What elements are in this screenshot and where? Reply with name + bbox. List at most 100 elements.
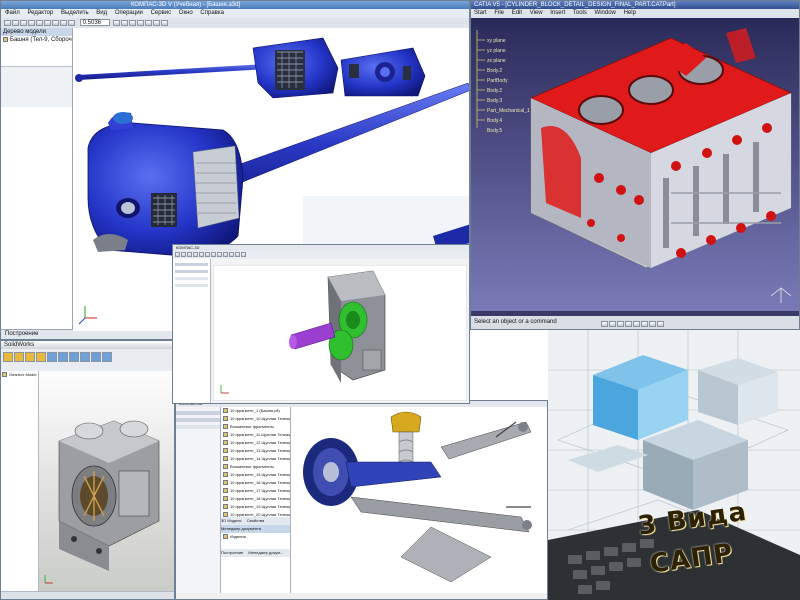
susp-tree-item[interactable]: 10 фрагмент_19 Щуплая Тележка xyxy=(221,503,290,511)
susp-tree-item[interactable]: 10 фрагмент_15 Щуплая Тележка xyxy=(221,471,290,479)
sw-tree-item[interactable]: Gearbox Model xyxy=(1,371,38,379)
kompas-menu-select[interactable]: Выделить xyxy=(61,10,89,16)
zoom-out-icon[interactable] xyxy=(121,20,129,26)
tab-doc-manager[interactable]: Менеджер докум... xyxy=(248,550,283,555)
susp-lower-item[interactable]: Изделия xyxy=(221,533,290,541)
catia-tree-item[interactable]: Body.5 xyxy=(487,128,502,134)
paste-icon[interactable] xyxy=(52,20,59,26)
kompas-menu-ops[interactable]: Операции xyxy=(115,10,143,16)
open-icon[interactable] xyxy=(12,20,19,26)
catia-tree-item[interactable]: Body.4 xyxy=(487,118,502,124)
print-icon[interactable] xyxy=(28,20,35,26)
susp-tree-item[interactable]: 10 фрагмент_13 Щуплая Тележка xyxy=(221,447,290,455)
catia-tree-item[interactable]: zx plane xyxy=(487,58,506,64)
susp-tree-item[interactable]: 10 фрагмент_12 Щуплая Тележка xyxy=(221,439,290,447)
catia-tool-icon-6[interactable] xyxy=(641,320,648,327)
tab-3d-model[interactable]: 3D Модель xyxy=(221,518,242,523)
catia-tool-icon-3[interactable] xyxy=(617,320,624,327)
catia-tool-icon-2[interactable] xyxy=(609,320,616,327)
catia-tree-item[interactable]: yz plane xyxy=(487,48,506,54)
small-tool-icon-2[interactable] xyxy=(181,252,186,257)
wireframe-icon[interactable] xyxy=(153,20,161,26)
susp-tree-item[interactable]: 10 фрагмент_18 Щуплая Тележка xyxy=(221,495,290,503)
redo-icon[interactable] xyxy=(68,20,75,26)
gear-viewport[interactable] xyxy=(213,265,467,401)
susp-tree-item[interactable]: 10 фрагмент_14 Щуплая Тележка xyxy=(221,455,290,463)
sw-fillet-icon[interactable] xyxy=(58,352,68,362)
small-tool-icon-9[interactable] xyxy=(223,252,228,257)
catia-tree-item[interactable]: xy plane xyxy=(487,38,506,44)
cut-icon[interactable] xyxy=(36,20,43,26)
tree-node-icon xyxy=(223,472,228,478)
small-tool-icon-7[interactable] xyxy=(211,252,216,257)
kompas-menu-window[interactable]: Окно xyxy=(179,10,193,16)
kompas-menu-edit[interactable]: Редактор xyxy=(27,10,53,16)
catia-menu-insert[interactable]: Insert xyxy=(550,10,565,16)
new-icon[interactable] xyxy=(4,20,11,26)
gearbox-viewport[interactable] xyxy=(39,371,175,593)
sw-shell-icon[interactable] xyxy=(102,352,112,362)
catia-menu-start[interactable]: Start xyxy=(474,10,487,16)
small-tool-icon-8[interactable] xyxy=(217,252,222,257)
small-tool-icon-6[interactable] xyxy=(205,252,210,257)
kompas-menu-help[interactable]: Справка xyxy=(200,10,224,16)
suspension-viewport[interactable] xyxy=(291,407,548,593)
kompas-menubar: Файл Редактор Выделить Вид Операции Серв… xyxy=(1,9,469,18)
sw-mirror-icon[interactable] xyxy=(91,352,101,362)
small-tool-icon-10[interactable] xyxy=(229,252,234,257)
kompas-menu-service[interactable]: Сервис xyxy=(151,10,172,16)
shaded-icon[interactable] xyxy=(145,20,153,26)
sw-cut-icon[interactable] xyxy=(47,352,57,362)
sw-pattern-icon[interactable] xyxy=(80,352,90,362)
catia-menu-edit[interactable]: Edit xyxy=(512,10,522,16)
zoom-field[interactable]: 0.5036 xyxy=(79,19,110,26)
sw-chamfer-icon[interactable] xyxy=(69,352,79,362)
susp-tree-item[interactable]: 10 фрагмент_1 (Башня.pfl) xyxy=(221,407,290,415)
sw-sweep-icon[interactable] xyxy=(25,352,35,362)
small-tool-icon-1[interactable] xyxy=(175,252,180,257)
catia-title: CATIA V5 - [CYLINDER_BLOCK_DETAIL_DESIGN… xyxy=(474,2,676,8)
catia-tool-icon-1[interactable] xyxy=(601,320,608,327)
small-tool-icon-4[interactable] xyxy=(193,252,198,257)
pan-icon[interactable] xyxy=(129,20,137,26)
copy-icon[interactable] xyxy=(44,20,51,26)
tab-properties[interactable]: Свойства xyxy=(247,518,265,523)
zoom-in-icon[interactable] xyxy=(113,20,121,26)
susp-tree-item[interactable]: 10 фрагмент_10 Щуплая Тележка xyxy=(221,415,290,423)
kompas-tree-item[interactable]: Башня (Тел-9, Сборочн.) xyxy=(1,36,72,44)
kompas-menu-file[interactable]: Файл xyxy=(5,10,20,16)
kompas-menu-view[interactable]: Вид xyxy=(96,10,107,16)
catia-menu-help[interactable]: Help xyxy=(624,10,636,16)
catia-menu-view[interactable]: View xyxy=(530,10,543,16)
catia-tool-icon-7[interactable] xyxy=(649,320,656,327)
sw-extrude-icon[interactable] xyxy=(3,352,13,362)
small-tool-icon-3[interactable] xyxy=(187,252,192,257)
susp-tree-item[interactable]: Вложенные фрагменты xyxy=(221,463,290,471)
catia-menu-window[interactable]: Window xyxy=(595,10,616,16)
engine-block-viewport[interactable]: xy plane yz plane zx plane Body.2 PartBody Bo… xyxy=(471,18,800,311)
small-tool-icon-5[interactable] xyxy=(199,252,204,257)
catia-menu-tools[interactable]: Tools xyxy=(573,10,587,16)
orient-icon[interactable] xyxy=(161,20,169,26)
undo-icon[interactable] xyxy=(60,20,67,26)
catia-tool-icon-8[interactable] xyxy=(657,320,664,327)
susp-tree-item[interactable]: 10 фрагмент_16 Щуплая Тележка xyxy=(221,479,290,487)
small-tool-icon-12[interactable] xyxy=(241,252,246,257)
catia-tree-item[interactable]: Part_Mechanical_1 xyxy=(487,108,530,114)
small-tool-icon-11[interactable] xyxy=(235,252,240,257)
sw-revolve-icon[interactable] xyxy=(14,352,24,362)
rotate-icon[interactable] xyxy=(137,20,145,26)
catia-tool-icon-4[interactable] xyxy=(625,320,632,327)
save-icon[interactable] xyxy=(20,20,27,26)
catia-tree-item[interactable]: Body.2 xyxy=(487,88,502,94)
tab-construction[interactable]: Построение xyxy=(221,550,243,555)
susp-tree-item[interactable]: Вложенные фрагменты xyxy=(221,423,290,431)
catia-tree-item[interactable]: Body.2 xyxy=(487,68,502,74)
catia-tool-icon-5[interactable] xyxy=(633,320,640,327)
susp-tree-item[interactable]: 10 фрагмент_11 Щуплая Тележка xyxy=(221,431,290,439)
sw-loft-icon[interactable] xyxy=(36,352,46,362)
catia-tree-item[interactable]: PartBody xyxy=(487,78,508,84)
catia-tree-item[interactable]: Body.3 xyxy=(487,98,502,104)
susp-tree-item[interactable]: 10 фрагмент_17 Щуплая Тележка xyxy=(221,487,290,495)
catia-menu-file[interactable]: File xyxy=(494,10,504,16)
